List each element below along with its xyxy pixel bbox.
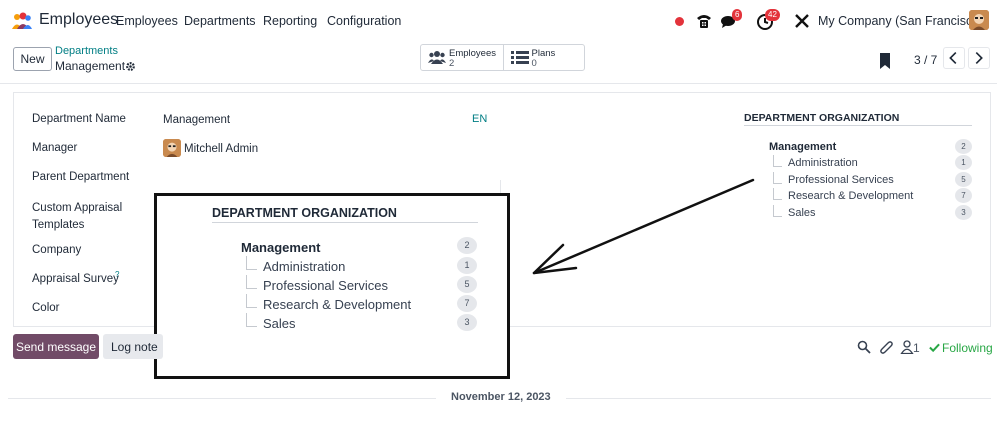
zoom-org-root-count: 2 bbox=[457, 237, 477, 254]
chevron-right-icon bbox=[975, 51, 983, 65]
control-panel: New Departments Management Employees 2 P… bbox=[0, 42, 997, 84]
manager-input[interactable]: Mitchell Admin bbox=[184, 143, 258, 155]
breadcrumb-departments[interactable]: Departments bbox=[55, 45, 118, 57]
help-tooltip-icon[interactable]: ? bbox=[115, 270, 119, 279]
org-child-count: 3 bbox=[955, 205, 972, 220]
search-icon[interactable] bbox=[857, 340, 871, 354]
zoom-tree-connector bbox=[246, 294, 257, 308]
org-child-professional-services[interactable]: Professional Services bbox=[788, 174, 894, 186]
smart-buttons: Employees 2 Plans 0 bbox=[420, 44, 585, 71]
zoom-org-child-sales: Sales bbox=[263, 316, 296, 331]
zoom-org-chart-rule bbox=[212, 222, 478, 223]
tools-icon[interactable] bbox=[792, 11, 812, 31]
zoom-org-root-department: Management bbox=[241, 240, 321, 255]
org-child-count: 7 bbox=[955, 188, 972, 203]
org-child-sales[interactable]: Sales bbox=[788, 207, 816, 219]
field-label-department-name: Department Name bbox=[32, 113, 126, 125]
pager-next-button[interactable] bbox=[968, 47, 990, 69]
zoom-org-child-count: 5 bbox=[457, 276, 477, 293]
plans-smart-value: 0 bbox=[531, 58, 537, 69]
send-message-button[interactable]: Send message bbox=[13, 334, 99, 359]
field-label-appraisal-survey: Appraisal Survey bbox=[32, 273, 119, 285]
bookmark-icon[interactable] bbox=[879, 53, 891, 69]
org-chart-title: DEPARTMENT ORGANIZATION bbox=[744, 112, 900, 124]
manager-avatar bbox=[163, 139, 181, 157]
top-navbar: Employees Employees Departments Reportin… bbox=[0, 0, 997, 42]
following-button[interactable]: Following bbox=[942, 341, 993, 355]
tree-connector bbox=[773, 205, 782, 217]
user-avatar[interactable] bbox=[969, 10, 989, 30]
app-name[interactable]: Employees bbox=[39, 11, 118, 29]
employees-smart-value: 2 bbox=[449, 58, 455, 69]
field-label-custom-appraisal-templates: Custom Appraisal Templates bbox=[32, 202, 123, 231]
field-label-color: Color bbox=[32, 302, 60, 314]
employees-smart-label: Employees bbox=[449, 48, 496, 59]
follower-icon[interactable] bbox=[900, 340, 914, 354]
zoom-org-child-count: 7 bbox=[457, 295, 477, 312]
pager-value[interactable]: 3 / 7 bbox=[914, 53, 937, 67]
clock-badge: 42 bbox=[765, 9, 780, 21]
org-root-count: 2 bbox=[955, 139, 972, 154]
org-child-count: 5 bbox=[955, 172, 972, 187]
phone-icon[interactable] bbox=[694, 11, 714, 31]
company-switcher[interactable]: My Company (San Francisco) bbox=[818, 14, 983, 28]
check-icon bbox=[929, 343, 940, 353]
field-label-company: Company bbox=[32, 244, 82, 256]
tree-connector bbox=[773, 155, 782, 167]
pager-previous-button[interactable] bbox=[943, 47, 965, 69]
date-separator-label: November 12, 2023 bbox=[436, 391, 566, 403]
org-root-department[interactable]: Management bbox=[769, 141, 836, 153]
language-button[interactable]: EN bbox=[472, 113, 487, 125]
users-icon bbox=[428, 51, 446, 64]
recording-dot-icon[interactable] bbox=[675, 17, 684, 26]
field-label-parent-department: Parent Department bbox=[32, 171, 130, 183]
zoomed-org-chart-callout: DEPARTMENT ORGANIZATION Management 2 Adm… bbox=[154, 193, 510, 379]
org-chart-rule bbox=[744, 125, 972, 126]
chevron-left-icon bbox=[949, 51, 957, 65]
paperclip-icon[interactable] bbox=[879, 340, 893, 354]
zoom-org-chart-title: DEPARTMENT ORGANIZATION bbox=[212, 206, 397, 220]
org-child-administration[interactable]: Administration bbox=[788, 157, 858, 169]
field-label-manager: Manager bbox=[32, 142, 78, 154]
tree-connector bbox=[773, 188, 782, 200]
new-button[interactable]: New bbox=[13, 47, 52, 71]
menu-configuration[interactable]: Configuration bbox=[327, 14, 401, 28]
breadcrumb-current: Management bbox=[55, 59, 126, 73]
menu-reporting[interactable]: Reporting bbox=[263, 14, 317, 28]
gear-icon[interactable] bbox=[125, 61, 136, 72]
department-name-input[interactable]: Management bbox=[163, 114, 230, 126]
follower-count[interactable]: 1 bbox=[913, 341, 920, 355]
tree-connector bbox=[773, 172, 782, 184]
list-icon bbox=[510, 51, 529, 64]
plans-smart-button[interactable]: Plans 0 bbox=[502, 45, 585, 70]
employees-app-icon[interactable] bbox=[11, 12, 33, 30]
org-child-research-development[interactable]: Research & Development bbox=[788, 190, 913, 202]
menu-departments[interactable]: Departments bbox=[184, 14, 256, 28]
log-note-button[interactable]: Log note bbox=[103, 334, 163, 359]
zoom-tree-connector bbox=[246, 275, 257, 289]
menu-employees[interactable]: Employees bbox=[116, 14, 178, 28]
zoom-org-child-count: 3 bbox=[457, 314, 477, 331]
employees-smart-button[interactable]: Employees 2 bbox=[421, 45, 503, 70]
zoom-org-child-count: 1 bbox=[457, 257, 477, 274]
zoom-tree-connector bbox=[246, 313, 257, 327]
zoom-org-child-research-development: Research & Development bbox=[263, 297, 412, 312]
zoom-tree-connector bbox=[246, 256, 257, 270]
zoom-org-child-administration: Administration bbox=[263, 259, 346, 274]
org-child-count: 1 bbox=[955, 155, 972, 170]
zoom-org-child-professional-services: Professional Services bbox=[263, 278, 388, 293]
activity-badge: 6 bbox=[732, 9, 743, 21]
